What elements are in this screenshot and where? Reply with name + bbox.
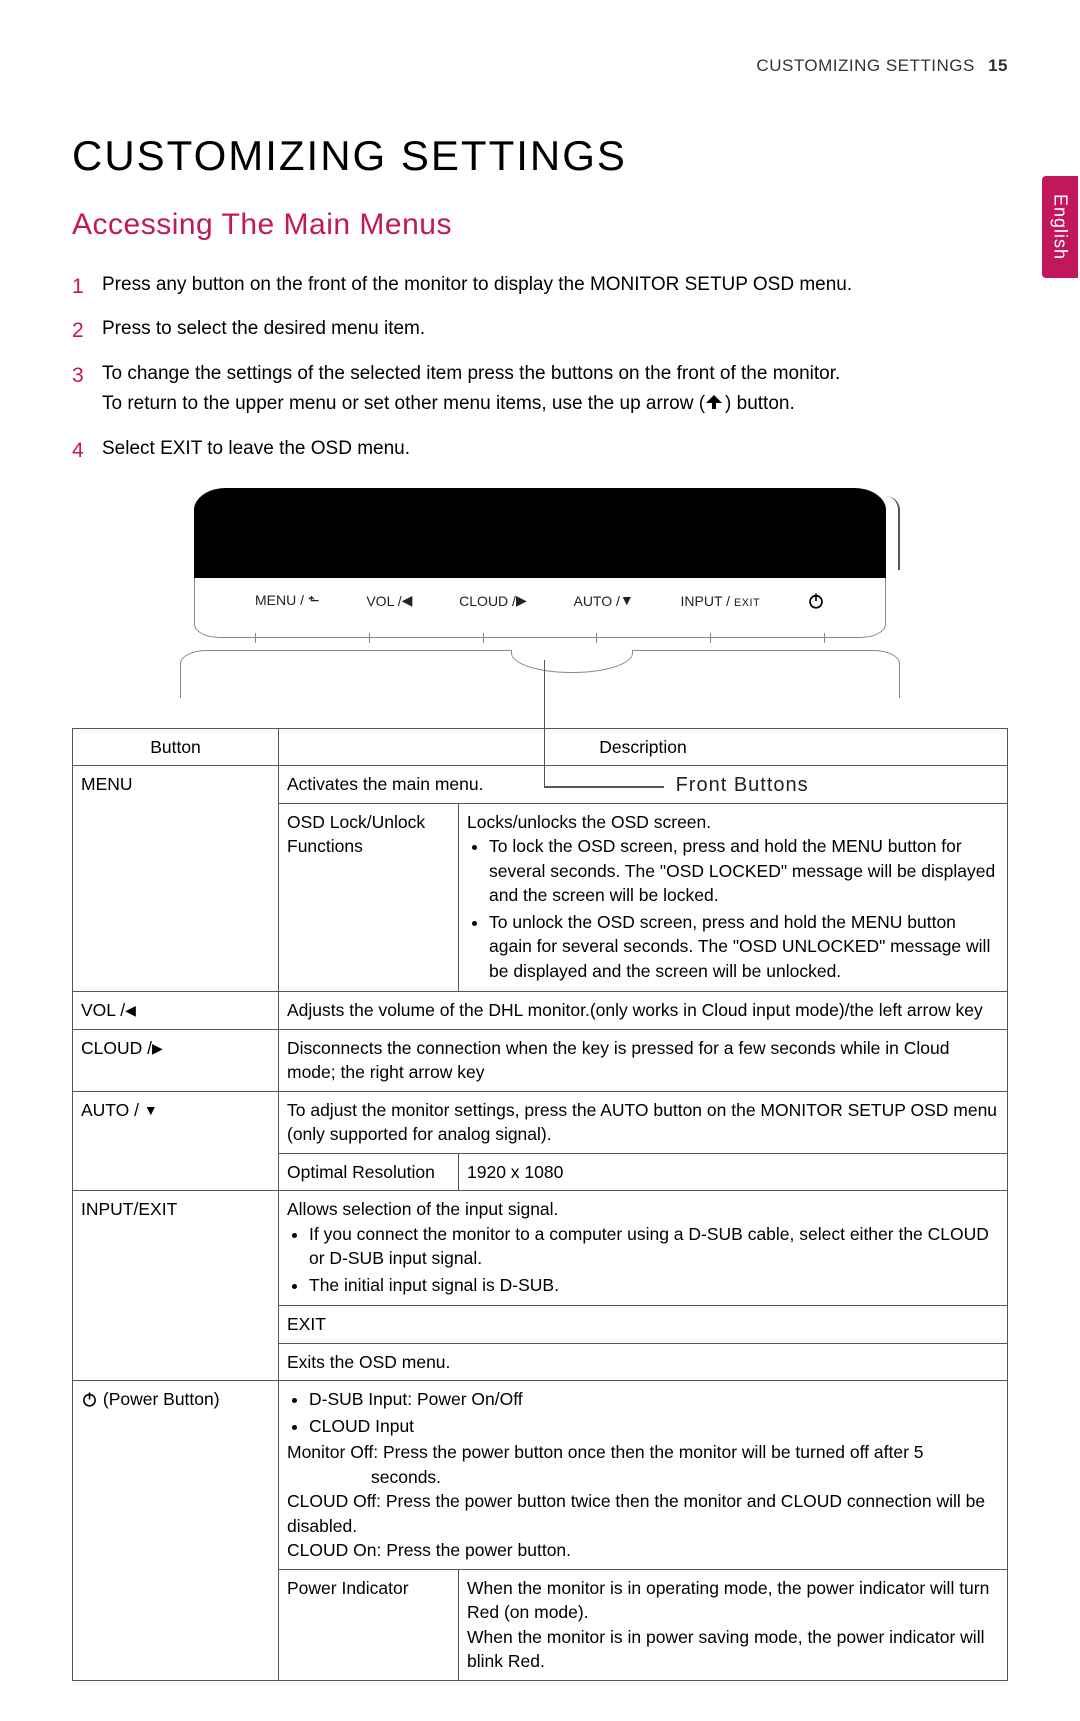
running-header-section: CUSTOMIZING SETTINGS: [756, 56, 974, 75]
cell-sub-label: Power Indicator: [279, 1569, 459, 1680]
table-header-description: Description: [279, 728, 1008, 766]
step-item: 1Press any button on the front of the mo…: [72, 270, 1008, 300]
desc-line: When the monitor is in power saving mode…: [467, 1625, 999, 1674]
desc-intro: Locks/unlocks the OSD screen.: [467, 810, 999, 835]
step-text: To change the settings of the selected i…: [102, 363, 840, 384]
table-header-button: Button: [73, 728, 279, 766]
page-content: CUSTOMIZING SETTINGS 15 CUSTOMIZING SETT…: [0, 0, 1080, 1721]
cell-description: Activates the main menu.: [279, 766, 1008, 804]
cell-sub-label: Optimal Resolution: [279, 1153, 459, 1191]
monitor-base: [180, 650, 900, 698]
button-label-input: INPUT / EXIT: [681, 593, 761, 609]
desc-line: CLOUD On: Press the power button.: [287, 1538, 999, 1563]
cell-sub-description: When the monitor is in operating mode, t…: [459, 1569, 1008, 1680]
desc-line: seconds.: [287, 1465, 999, 1490]
right-triangle-icon: ▶: [152, 1040, 163, 1056]
return-arrow-icon: ⬑: [308, 592, 320, 608]
desc-line: When the monitor is in operating mode, t…: [467, 1576, 999, 1625]
step-text: Select EXIT to leave the OSD menu.: [102, 438, 410, 459]
step-item: 3 To change the settings of the selected…: [72, 359, 1008, 420]
down-triangle-icon: ▼: [144, 1102, 158, 1118]
cell-description: D-SUB Input: Power On/Off CLOUD Input Mo…: [279, 1381, 1008, 1570]
cell-exit-label: EXIT: [279, 1306, 1008, 1344]
desc-intro: Allows selection of the input signal.: [287, 1197, 999, 1222]
desc-bullet: CLOUD Input: [309, 1414, 999, 1439]
callout-line: [544, 660, 546, 788]
cell-button-name: CLOUD /▶: [73, 1029, 279, 1091]
steps-list: 1Press any button on the front of the mo…: [72, 270, 1008, 464]
cell-button-name: MENU: [73, 766, 279, 992]
cell-description: Exits the OSD menu.: [279, 1343, 1008, 1381]
cell-button-name: AUTO / ▼: [73, 1091, 279, 1191]
button-label-cloud: CLOUD /▶: [459, 592, 527, 609]
button-label-auto: AUTO /▼: [573, 592, 633, 609]
right-triangle-icon: ▶: [516, 592, 527, 608]
cell-button-name: VOL /◀: [73, 992, 279, 1030]
step-item: 4Select EXIT to leave the OSD menu.: [72, 434, 1008, 464]
button-label-vol: VOL /◀: [366, 592, 412, 609]
cell-button-name: INPUT/EXIT: [73, 1191, 279, 1381]
left-triangle-icon: ◀: [402, 592, 413, 608]
desc-bullet: D-SUB Input: Power On/Off: [309, 1387, 999, 1412]
cell-description: Disconnects the connection when the key …: [279, 1029, 1008, 1091]
desc-bullet: To lock the OSD screen, press and hold t…: [489, 834, 999, 908]
left-triangle-icon: ◀: [125, 1002, 136, 1018]
cell-description: Allows selection of the input signal. If…: [279, 1191, 1008, 1306]
cell-description: To adjust the monitor settings, press th…: [279, 1091, 1008, 1153]
cell-button-name: (Power Button): [73, 1381, 279, 1681]
language-tab: English: [1042, 176, 1078, 278]
desc-bullet: If you connect the monitor to a computer…: [309, 1222, 999, 1271]
step-item: 2Press to select the desired menu item.: [72, 314, 1008, 344]
up-arrow-icon: [705, 393, 725, 414]
monitor-diagram: MENU / ⬑ VOL /◀ CLOUD /▶ AUTO /▼ INPUT /…: [180, 488, 900, 698]
page-number: 15: [988, 56, 1008, 75]
step-text: Press any button on the front of the mon…: [102, 274, 852, 295]
monitor-bezel: [194, 488, 886, 578]
power-icon: [807, 592, 825, 610]
running-header: CUSTOMIZING SETTINGS 15: [72, 56, 1008, 76]
step-text: To return to the upper menu or set other…: [102, 393, 705, 414]
down-triangle-icon: ▼: [620, 592, 634, 608]
cell-sub-label: OSD Lock/Unlock Functions: [279, 803, 459, 992]
button-label-menu: MENU / ⬑: [255, 592, 320, 609]
cell-sub-value: 1920 x 1080: [459, 1153, 1008, 1191]
cell-description: Adjusts the volume of the DHL monitor.(o…: [279, 992, 1008, 1030]
power-icon: [81, 1389, 98, 1409]
page-title: CUSTOMIZING SETTINGS: [72, 132, 1008, 180]
step-text: ) button.: [725, 393, 795, 414]
monitor-button-strip: MENU / ⬑ VOL /◀ CLOUD /▶ AUTO /▼ INPUT /…: [194, 578, 886, 638]
desc-line: CLOUD Off: Press the power button twice …: [287, 1489, 999, 1538]
buttons-table: Button Description MENU Activates the ma…: [72, 728, 1008, 1681]
step-text: Press to select the desired menu item.: [102, 318, 425, 339]
callout-label: Front Buttons: [676, 774, 809, 797]
desc-bullet: To unlock the OSD screen, press and hold…: [489, 910, 999, 984]
section-title: Accessing The Main Menus: [72, 208, 1008, 242]
cell-sub-description: Locks/unlocks the OSD screen. To lock th…: [459, 803, 1008, 992]
desc-line: Monitor Off: Press the power button once…: [287, 1440, 999, 1465]
desc-bullet: The initial input signal is D-SUB.: [309, 1273, 999, 1298]
